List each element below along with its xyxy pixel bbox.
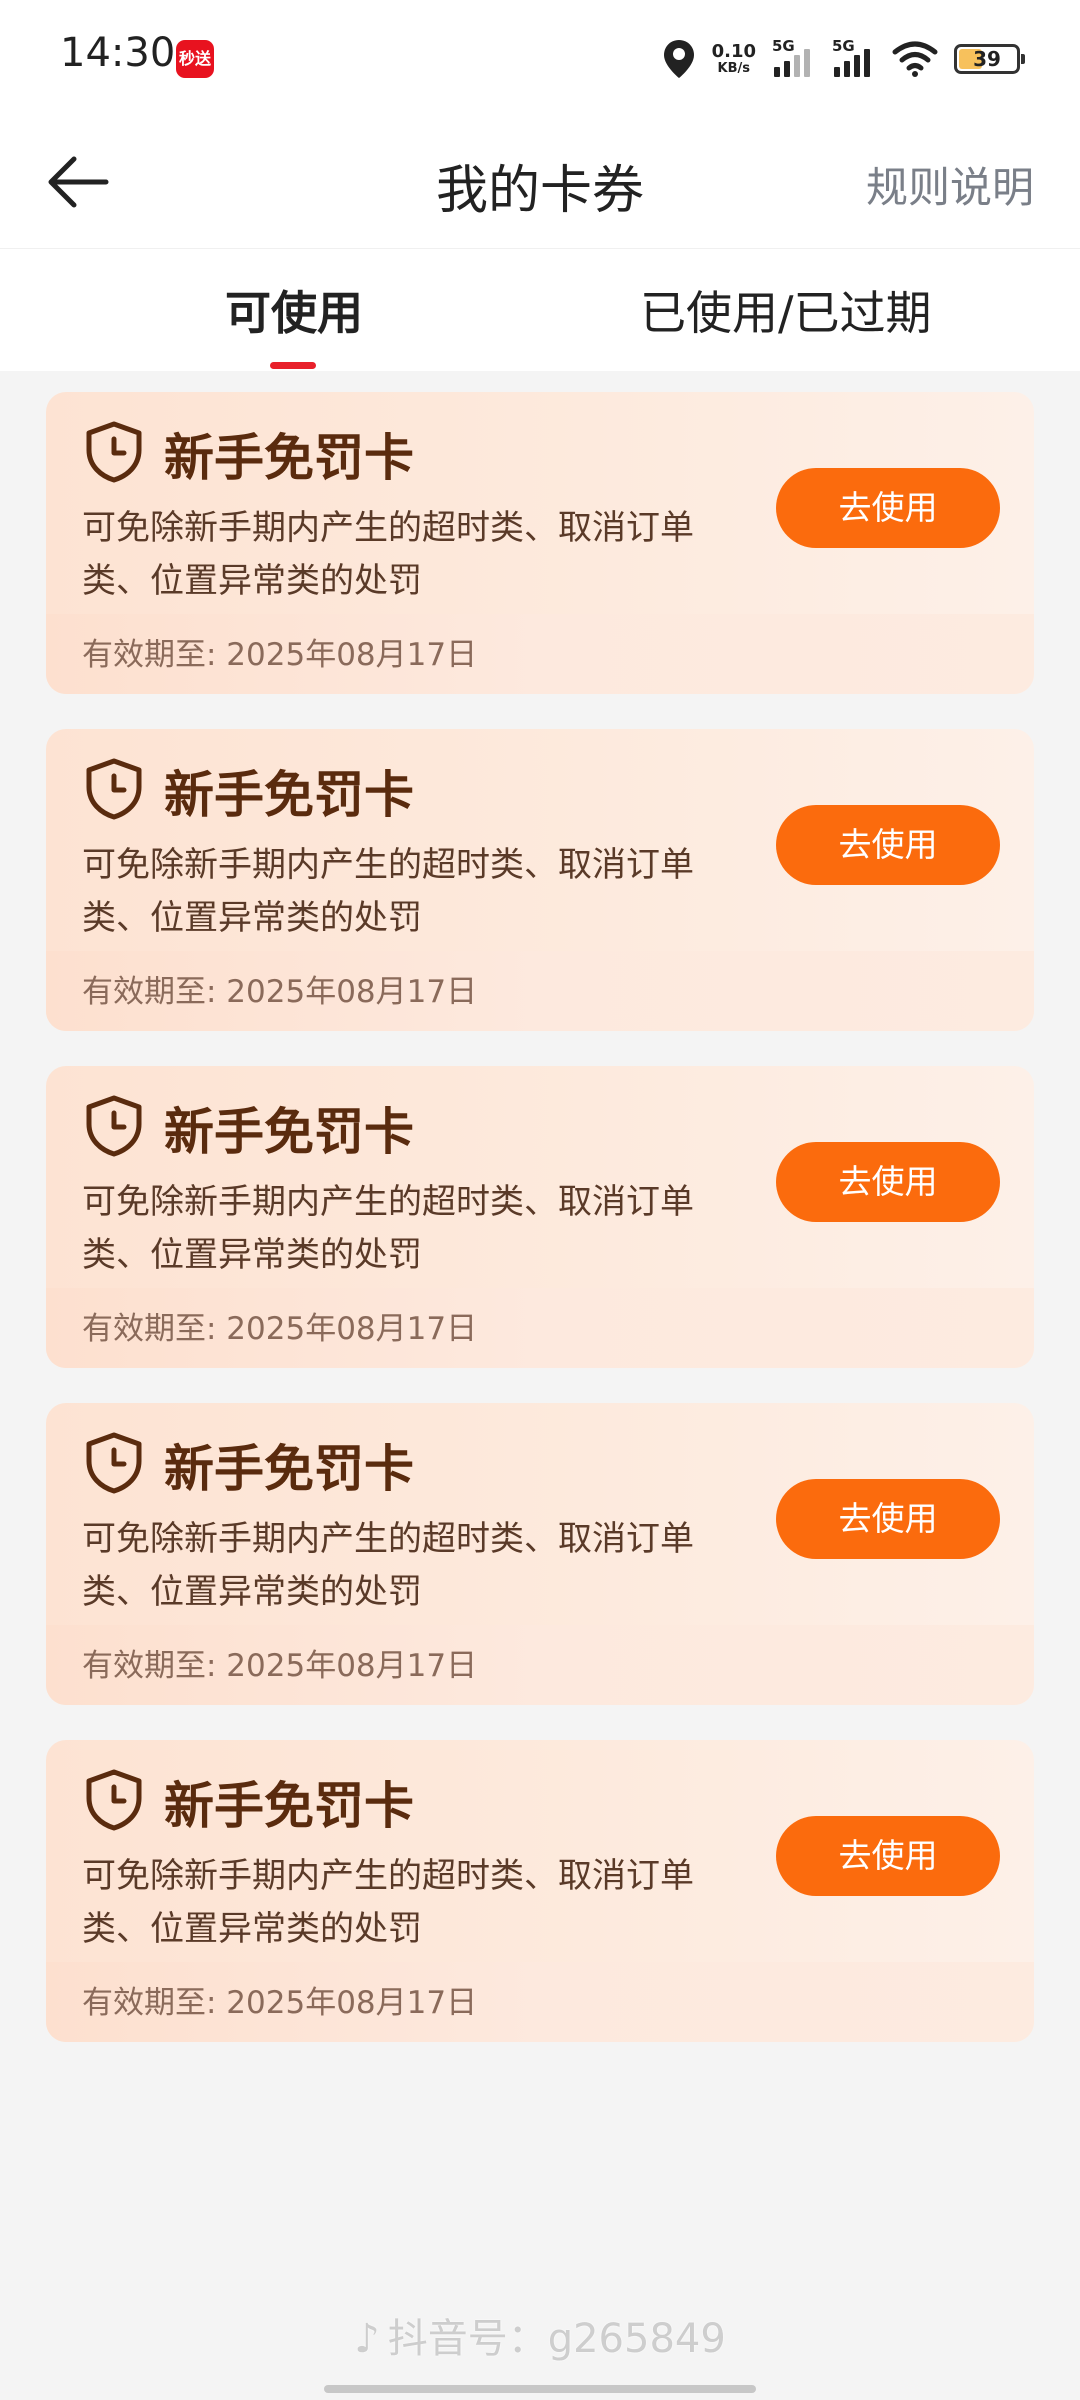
network-speed-unit: KB/s xyxy=(717,61,751,76)
status-indicators: 0.10 KB/s 5G 5G 39 xyxy=(646,34,1025,84)
coupon-description: 可免除新手期内产生的超时类、取消订单类、位置异常类的处罚 xyxy=(82,508,694,601)
coupon-card: 新手免罚卡 可免除新手期内产生的超时类、取消订单类、位置异常类的处罚 有效期至:… xyxy=(46,729,1034,1031)
tab-bar: 可使用 已使用/已过期 xyxy=(0,248,1080,371)
coupon-card: 新手免罚卡 可免除新手期内产生的超时类、取消订单类、位置异常类的处罚 有效期至:… xyxy=(46,1740,1034,2042)
coupon-expiry: 有效期至: 2025年08月17日 xyxy=(82,974,478,1010)
watermark: ♪ 抖音号：g265849 xyxy=(0,2306,1080,2364)
use-coupon-button[interactable]: 去使用 xyxy=(776,1816,1000,1896)
signal-strength-icon: 5G xyxy=(772,37,816,81)
coupon-card: 新手免罚卡 可免除新手期内产生的超时类、取消订单类、位置异常类的处罚 有效期至:… xyxy=(46,392,1034,694)
coupon-title: 新手免罚卡 xyxy=(164,766,414,824)
shield-clock-icon xyxy=(86,421,142,483)
battery-icon: 39 xyxy=(954,44,1025,74)
battery-level: 39 xyxy=(973,47,1001,71)
status-time: 14:30 xyxy=(60,30,176,76)
top-navigation-bar: 我的卡券 规则说明 xyxy=(0,118,1080,248)
coupon-title: 新手免罚卡 xyxy=(164,1777,414,1835)
coupon-expiry: 有效期至: 2025年08月17日 xyxy=(82,1985,478,2021)
coupon-card: 新手免罚卡 可免除新手期内产生的超时类、取消订单类、位置异常类的处罚 有效期至:… xyxy=(46,1403,1034,1705)
signal-label: 5G xyxy=(832,37,855,55)
coupon-expiry: 有效期至: 2025年08月17日 xyxy=(82,1648,478,1684)
use-coupon-button[interactable]: 去使用 xyxy=(776,468,1000,548)
coupon-description: 可免除新手期内产生的超时类、取消订单类、位置异常类的处罚 xyxy=(82,1856,694,1949)
status-bar: 14:30 秒送 0.10 KB/s 5G 5G 39 xyxy=(0,0,1080,118)
use-coupon-button[interactable]: 去使用 xyxy=(776,1142,1000,1222)
coupon-expiry: 有效期至: 2025年08月17日 xyxy=(82,1311,478,1347)
coupon-list: 新手免罚卡 可免除新手期内产生的超时类、取消订单类、位置异常类的处罚 有效期至:… xyxy=(46,392,1034,2077)
wifi-icon xyxy=(892,41,938,77)
signal-label: 5G xyxy=(772,37,795,55)
shield-clock-icon xyxy=(86,1769,142,1831)
shield-clock-icon xyxy=(86,1095,142,1157)
signal-strength-icon: 5G xyxy=(832,37,876,81)
coupon-card: 新手免罚卡 可免除新手期内产生的超时类、取消订单类、位置异常类的处罚 有效期至:… xyxy=(46,1066,1034,1368)
network-speed: 0.10 KB/s xyxy=(712,42,756,76)
tab-available[interactable]: 可使用 xyxy=(225,277,363,343)
rules-link[interactable]: 规则说明 xyxy=(866,154,1034,215)
coupon-description: 可免除新手期内产生的超时类、取消订单类、位置异常类的处罚 xyxy=(82,1519,694,1612)
watermark-text: 抖音号：g265849 xyxy=(387,2316,726,2362)
coupon-description: 可免除新手期内产生的超时类、取消订单类、位置异常类的处罚 xyxy=(82,845,694,938)
coupon-title: 新手免罚卡 xyxy=(164,429,414,487)
coupon-expiry: 有效期至: 2025年08月17日 xyxy=(82,637,478,673)
shield-clock-icon xyxy=(86,758,142,820)
coupon-description: 可免除新手期内产生的超时类、取消订单类、位置异常类的处罚 xyxy=(82,1182,694,1275)
active-tab-indicator xyxy=(270,362,316,369)
douyin-logo-icon: ♪ xyxy=(354,2316,380,2362)
use-coupon-button[interactable]: 去使用 xyxy=(776,1479,1000,1559)
use-coupon-button[interactable]: 去使用 xyxy=(776,805,1000,885)
shield-clock-icon xyxy=(86,1432,142,1494)
home-indicator[interactable] xyxy=(324,2385,756,2393)
network-speed-value: 0.10 xyxy=(711,41,756,62)
coupon-title: 新手免罚卡 xyxy=(164,1103,414,1161)
tab-used-expired[interactable]: 已使用/已过期 xyxy=(640,277,932,343)
app-notification-icon: 秒送 xyxy=(176,40,214,78)
coupon-title: 新手免罚卡 xyxy=(164,1440,414,1498)
location-icon xyxy=(663,40,694,78)
